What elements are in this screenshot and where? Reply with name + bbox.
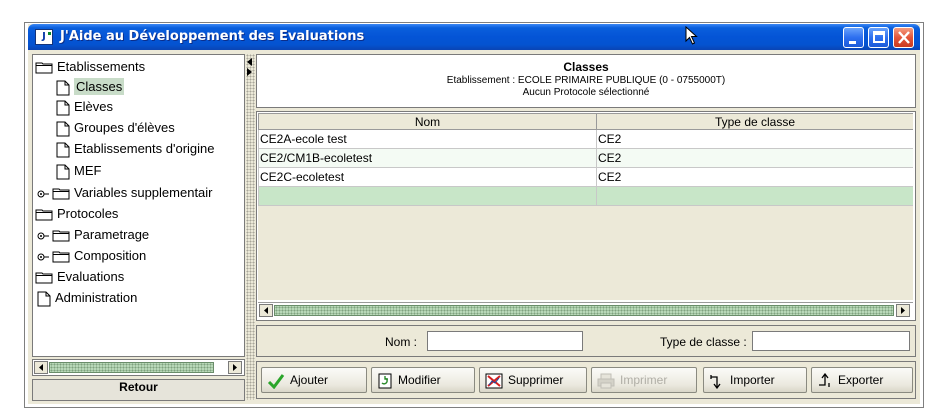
- retour-button[interactable]: Retour: [32, 379, 245, 401]
- scroll-left-button[interactable]: [259, 304, 273, 317]
- etablissement-info: Etablissement : ECOLE PRIMAIRE PUBLIQUE …: [446, 75, 726, 86]
- tree-item-administration[interactable]: Administration: [37, 288, 137, 308]
- action-toolbar: Ajouter Modifier Supprimer Imprimer Impo…: [256, 361, 916, 399]
- ajouter-button[interactable]: Ajouter: [261, 367, 367, 393]
- document-icon: [56, 100, 70, 116]
- tree-item-etablissements-origine[interactable]: Etablissements d'origine: [56, 139, 215, 159]
- tree-item-protocoles[interactable]: Protocoles: [35, 204, 118, 224]
- cell-type-classe[interactable]: [596, 186, 913, 206]
- folder-icon: [35, 62, 53, 74]
- document-icon: [56, 142, 70, 158]
- pane-splitter[interactable]: [246, 54, 255, 400]
- title-bar[interactable]: J J'Aide au Développement des Evaluation…: [28, 24, 920, 50]
- cell-nom[interactable]: [258, 186, 597, 206]
- mouse-cursor-icon: [685, 26, 698, 45]
- import-icon: [710, 374, 721, 389]
- expand-handle-icon[interactable]: [37, 231, 50, 241]
- content-pane: Classes Etablissement : ECOLE PRIMAIRE P…: [256, 54, 916, 400]
- tree-item-groupes-eleves[interactable]: Groupes d'élèves: [56, 118, 175, 138]
- folder-icon: [52, 188, 70, 200]
- document-icon: [56, 121, 70, 137]
- arrow-right-icon: [233, 364, 237, 371]
- printer-icon: [597, 373, 615, 389]
- folder-icon: [35, 209, 53, 221]
- tree-item-variables-supplementaires[interactable]: Variables supplementair: [37, 183, 213, 203]
- cell-type-classe[interactable]: CE2: [596, 167, 913, 187]
- tree-item-mef[interactable]: MEF: [56, 161, 101, 181]
- tree-item-eleves[interactable]: Elèves: [56, 97, 113, 117]
- app-window: J J'Aide au Développement des Evaluation…: [28, 24, 920, 404]
- minimize-button[interactable]: [843, 27, 864, 48]
- export-icon: [819, 372, 830, 387]
- expand-handle-icon[interactable]: [37, 189, 50, 199]
- nom-label: Nom :: [385, 335, 418, 349]
- navigation-tree: Etablissements Classes Elèves Groupes d'…: [32, 54, 245, 357]
- cell-nom[interactable]: CE2C-ecoletest: [258, 167, 597, 187]
- maximize-button[interactable]: [868, 27, 889, 48]
- tree-item-etablissements[interactable]: Etablissements: [35, 57, 145, 77]
- document-icon: [37, 291, 51, 307]
- type-classe-input[interactable]: [752, 331, 910, 351]
- edit-document-icon: [378, 373, 392, 389]
- nom-input[interactable]: [427, 331, 583, 351]
- modifier-button[interactable]: Modifier: [371, 367, 475, 393]
- tree-horizontal-scrollbar[interactable]: [32, 359, 245, 376]
- cell-nom[interactable]: CE2A-ecole test: [258, 129, 597, 149]
- column-header-type-classe[interactable]: Type de classe: [596, 113, 913, 130]
- arrow-left-icon: [264, 307, 268, 314]
- app-icon: J: [35, 29, 53, 45]
- expand-handle-icon[interactable]: [37, 252, 50, 262]
- protocole-info: Aucun Protocole sélectionné: [522, 87, 650, 98]
- page-title: Classes: [563, 60, 609, 74]
- type-classe-label: Type de classe :: [660, 335, 747, 349]
- folder-icon: [52, 230, 70, 242]
- imprimer-button[interactable]: Imprimer: [591, 367, 697, 393]
- cell-nom[interactable]: CE2/CM1B-ecoletest: [258, 148, 597, 168]
- tree-item-classes[interactable]: Classes: [56, 77, 125, 97]
- expand-right-icon[interactable]: [247, 68, 252, 76]
- importer-button[interactable]: Importer: [703, 367, 807, 393]
- window-title: J'Aide au Développement des Evaluations: [60, 29, 365, 44]
- cell-type-classe[interactable]: CE2: [596, 148, 913, 168]
- classes-table-panel: Nom Type de classe CE2A-ecole test CE2 C…: [256, 111, 916, 321]
- scrollbar-thumb[interactable]: [274, 305, 894, 316]
- classes-header: Classes Etablissement : ECOLE PRIMAIRE P…: [256, 54, 916, 108]
- tree-item-parametrage[interactable]: Parametrage: [37, 225, 149, 245]
- folder-icon: [52, 251, 70, 263]
- document-icon: [56, 164, 70, 180]
- collapse-left-icon[interactable]: [247, 58, 252, 66]
- tree-item-composition[interactable]: Composition: [37, 246, 146, 266]
- scrollbar-thumb[interactable]: [49, 362, 214, 373]
- column-header-nom[interactable]: Nom: [258, 113, 597, 130]
- scroll-right-button[interactable]: [896, 304, 910, 317]
- class-edit-form: Nom : Type de classe :: [256, 325, 916, 357]
- tree-item-evaluations[interactable]: Evaluations: [35, 267, 124, 287]
- table-row[interactable]: CE2/CM1B-ecoletest CE2: [258, 148, 913, 168]
- classes-table: Nom Type de classe CE2A-ecole test CE2 C…: [258, 113, 913, 206]
- table-row-new[interactable]: [258, 186, 913, 206]
- exporter-button[interactable]: Exporter: [811, 367, 913, 393]
- scroll-left-button[interactable]: [34, 361, 48, 374]
- arrow-right-icon: [901, 307, 905, 314]
- arrow-left-icon: [39, 364, 43, 371]
- checkmark-icon: [267, 373, 285, 389]
- table-row[interactable]: CE2C-ecoletest CE2: [258, 167, 913, 187]
- table-row[interactable]: CE2A-ecole test CE2: [258, 129, 913, 149]
- folder-icon: [35, 272, 53, 284]
- table-horizontal-scrollbar[interactable]: [258, 302, 913, 318]
- delete-icon: [485, 373, 503, 389]
- navigation-pane: Etablissements Classes Elèves Groupes d'…: [32, 54, 245, 401]
- supprimer-button[interactable]: Supprimer: [479, 367, 587, 393]
- close-button[interactable]: [893, 27, 914, 48]
- cell-type-classe[interactable]: CE2: [596, 129, 913, 149]
- document-icon: [56, 80, 70, 96]
- scroll-right-button[interactable]: [228, 361, 242, 374]
